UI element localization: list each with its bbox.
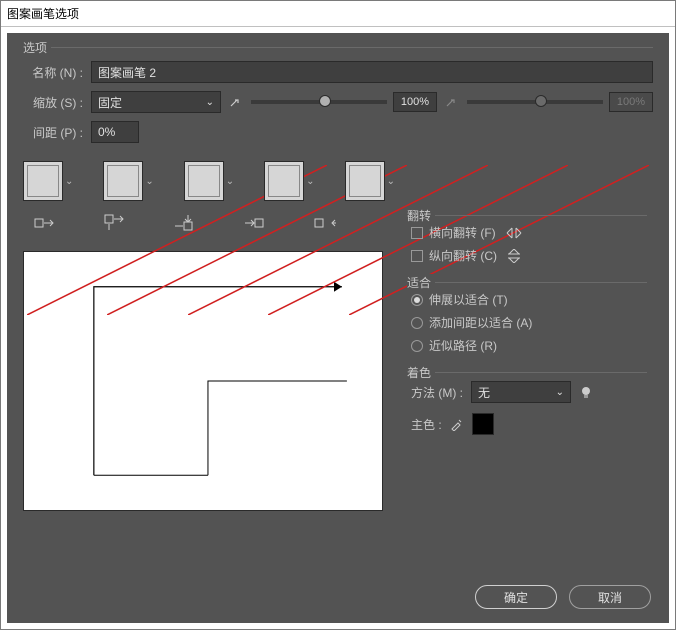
tile-outer-corner[interactable] xyxy=(103,161,143,201)
options-section: 选项 名称 (N) : 缩放 (S) : 固定 ⌄ xyxy=(23,47,653,143)
flip-v-icon xyxy=(507,249,521,263)
tile-start[interactable] xyxy=(264,161,304,201)
scale-mode-value: 固定 xyxy=(98,94,122,111)
method-label: 方法 (M) : xyxy=(411,384,463,401)
method-dropdown[interactable]: 无 ⌄ xyxy=(471,381,571,403)
scale-link-icon xyxy=(229,94,243,110)
fit-addspace-label: 添加间距以适合 (A) xyxy=(429,314,532,331)
flip-v-label: 纵向翻转 (C) xyxy=(429,247,497,264)
lightbulb-icon[interactable] xyxy=(579,385,593,399)
spacing-input[interactable] xyxy=(91,121,139,143)
tile-side[interactable] xyxy=(23,161,63,201)
name-input[interactable] xyxy=(91,61,653,83)
fit-title: 适合 xyxy=(407,274,435,291)
fit-section: 适合 伸展以适合 (T) 添加间距以适合 (A) 近似路径 (R) xyxy=(407,282,647,354)
dialog-body: 选项 名称 (N) : 缩放 (S) : 固定 ⌄ xyxy=(7,33,669,623)
flip-v-checkbox[interactable] xyxy=(411,250,423,262)
scale-slider-min[interactable] xyxy=(251,100,387,104)
name-label: 名称 (N) : xyxy=(23,64,83,81)
scale-link-icon-2 xyxy=(445,94,459,110)
fit-stretch-label: 伸展以适合 (T) xyxy=(429,291,508,308)
colorize-section: 着色 方法 (M) : 无 ⌄ 主色 : xyxy=(407,372,647,435)
flip-section: 翻转 横向翻转 (F) 纵向翻转 (C) xyxy=(407,215,647,264)
fit-stretch-radio[interactable] xyxy=(411,294,423,306)
scale-mode-dropdown[interactable]: 固定 ⌄ xyxy=(91,91,221,113)
tile-end[interactable] xyxy=(345,161,385,201)
fit-approx-radio[interactable] xyxy=(411,340,423,352)
fit-approx-label: 近似路径 (R) xyxy=(429,337,497,354)
titlebar: 图案画笔选项 xyxy=(1,1,675,27)
scale-slider-max xyxy=(467,100,603,104)
flip-h-checkbox[interactable] xyxy=(411,227,423,239)
flip-h-icon xyxy=(506,227,522,239)
keycolor-label: 主色 : xyxy=(411,416,442,433)
scale-label: 缩放 (S) : xyxy=(23,94,83,111)
flip-h-label: 横向翻转 (F) xyxy=(429,224,496,241)
scale-max-value: 100% xyxy=(609,92,653,112)
options-title: 选项 xyxy=(23,39,51,56)
tile-inner-corner[interactable] xyxy=(184,161,224,201)
flip-title: 翻转 xyxy=(407,207,435,224)
chevron-down-icon: ⌄ xyxy=(556,387,564,398)
cancel-button[interactable]: 取消 xyxy=(569,585,651,609)
tile-row: ⌄ ⌄ ⌄ ⌄ ⌄ xyxy=(23,161,653,201)
fit-addspace-radio[interactable] xyxy=(411,317,423,329)
method-value: 无 xyxy=(478,384,490,401)
window-title: 图案画笔选项 xyxy=(7,5,79,22)
colorize-title: 着色 xyxy=(407,364,435,381)
chevron-down-icon: ⌄ xyxy=(206,97,214,108)
ok-button[interactable]: 确定 xyxy=(475,585,557,609)
eyedropper-icon[interactable] xyxy=(450,417,464,431)
spacing-label: 间距 (P) : xyxy=(23,124,83,141)
scale-min-value[interactable]: 100% xyxy=(393,92,437,112)
dialog-window: 图案画笔选项 选项 名称 (N) : 缩放 (S) : 固定 ⌄ xyxy=(0,0,676,630)
keycolor-swatch[interactable] xyxy=(472,413,494,435)
